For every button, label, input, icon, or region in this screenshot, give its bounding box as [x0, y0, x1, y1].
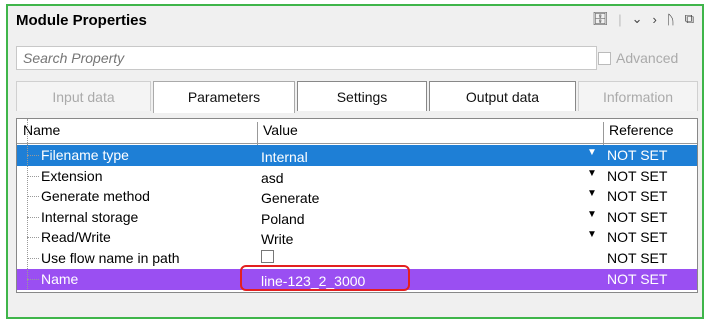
chevron-down-icon[interactable]: ⌄: [632, 11, 643, 27]
row-name: Extension: [41, 168, 103, 184]
row-reference[interactable]: NOT SET: [607, 209, 667, 225]
row-name: Read/Write: [41, 229, 111, 245]
row-name: Generate method: [41, 188, 150, 204]
search-box[interactable]: [16, 46, 597, 70]
database-icon[interactable]: 🗄: [592, 11, 609, 27]
title-bar: Module Properties 🗄 | ⌄ › ᚢ ⧉: [8, 6, 702, 36]
row-reference[interactable]: NOT SET: [607, 229, 667, 245]
search-input[interactable]: [17, 47, 596, 69]
grid-row-read-write[interactable]: Read/Write Write ▼ NOT SET: [17, 227, 697, 248]
row-name: Name: [41, 271, 79, 287]
row-reference[interactable]: NOT SET: [607, 188, 667, 204]
row-reference[interactable]: NOT SET: [607, 271, 667, 287]
pin-icon[interactable]: ᚢ: [667, 12, 675, 27]
advanced-toggle[interactable]: Advanced: [598, 50, 678, 66]
tab-parameters[interactable]: Parameters: [153, 81, 295, 113]
row-name: Filename type: [41, 147, 129, 163]
chevron-right-icon[interactable]: ›: [653, 12, 657, 27]
advanced-checkbox[interactable]: [598, 51, 611, 65]
separator: |: [618, 11, 622, 27]
use-flow-name-checkbox[interactable]: [261, 250, 274, 263]
dropdown-arrow-icon[interactable]: ▼: [587, 147, 597, 158]
row-reference[interactable]: NOT SET: [607, 147, 667, 163]
row-value[interactable]: asd: [261, 170, 284, 186]
dropdown-arrow-icon[interactable]: ▼: [587, 209, 597, 220]
tab-bar: Input data Parameters Settings Output da…: [16, 81, 698, 113]
advanced-label: Advanced: [616, 50, 679, 66]
float-icon[interactable]: ⧉: [685, 11, 694, 27]
grid-row-filename-type[interactable]: Filename type Internal ▼ NOT SET: [17, 145, 697, 166]
tree-guide-line: [27, 119, 29, 289]
tab-input-data[interactable]: Input data: [16, 81, 151, 111]
header-value[interactable]: Value: [263, 122, 298, 138]
value-highlight-box: [240, 265, 410, 291]
row-value[interactable]: Write: [261, 231, 293, 247]
column-separator[interactable]: [257, 122, 258, 146]
dropdown-arrow-icon[interactable]: ▼: [587, 168, 597, 179]
window-title: Module Properties: [16, 12, 147, 29]
row-name: Internal storage: [41, 209, 139, 225]
tab-information[interactable]: Information: [578, 81, 698, 111]
dropdown-arrow-icon[interactable]: ▼: [587, 229, 597, 240]
row-reference[interactable]: NOT SET: [607, 168, 667, 184]
row-name: Use flow name in path: [41, 250, 180, 266]
row-reference[interactable]: NOT SET: [607, 250, 667, 266]
row-value[interactable]: Internal: [261, 149, 308, 165]
row-value[interactable]: Generate: [261, 190, 319, 206]
column-separator[interactable]: [603, 122, 604, 146]
header-reference[interactable]: Reference: [609, 122, 674, 138]
tab-output-data[interactable]: Output data: [429, 81, 576, 111]
grid-row-internal-storage[interactable]: Internal storage Poland ▼ NOT SET: [17, 207, 697, 228]
grid-row-extension[interactable]: Extension asd ▼ NOT SET: [17, 166, 697, 187]
grid-header: Name Value Reference: [17, 119, 697, 146]
tab-settings[interactable]: Settings: [297, 81, 427, 111]
row-value[interactable]: Poland: [261, 211, 305, 227]
dropdown-arrow-icon[interactable]: ▼: [587, 188, 597, 199]
grid-row-generate-method[interactable]: Generate method Generate ▼ NOT SET: [17, 186, 697, 207]
title-bar-icons: 🗄 | ⌄ › ᚢ ⧉: [592, 11, 694, 27]
